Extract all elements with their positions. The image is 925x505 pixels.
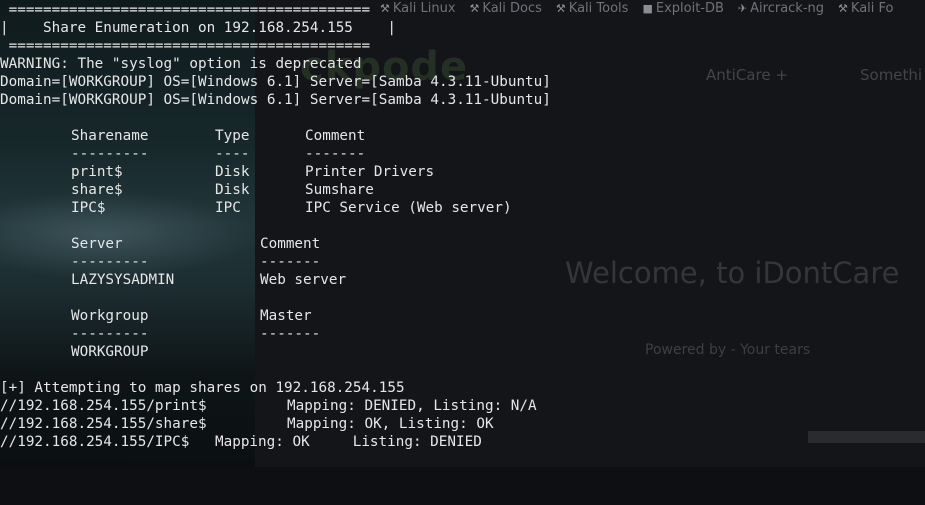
- domain-line-1: Domain=[WORKGROUP] OS=[Windows 6.1] Serv…: [0, 74, 551, 90]
- workgroup-header-workgroup: Workgroup: [71, 308, 149, 324]
- workgroup-header-master: Master: [260, 308, 312, 324]
- shares-header-comment: Comment: [305, 128, 366, 144]
- mapping-result: Mapping: OK Listing: DENIED: [215, 434, 482, 450]
- mapping-row: //192.168.254.155/print$ Mapping: DENIED…: [0, 397, 537, 415]
- share-name: share$: [71, 182, 123, 198]
- table-row: WORKGROUP: [0, 343, 148, 361]
- domain-line-2: Domain=[WORKGROUP] OS=[Windows 6.1] Serv…: [0, 92, 551, 108]
- mapping-row: //192.168.254.155/IPC$ Mapping: OK Listi…: [0, 433, 482, 451]
- table-row: print$ Disk Printer Drivers: [0, 163, 434, 181]
- banner-rule-bottom: ========================================…: [0, 38, 371, 54]
- table-row: IPC$ IPC IPC Service (Web server): [0, 199, 512, 217]
- shares-divider-row: --------- ---- -------: [0, 145, 365, 163]
- banner-title: | Share Enumeration on 192.168.254.155 |: [0, 20, 396, 36]
- server-divider-row: --------- -------: [0, 253, 320, 271]
- workgroup-header-row: Workgroup Master: [0, 307, 312, 325]
- table-divider: ---------: [71, 326, 149, 342]
- shares-header-row: Sharename Type Comment: [0, 127, 365, 145]
- mapping-path: //192.168.254.155/print$: [0, 398, 207, 414]
- mapping-intro: [+] Attempting to map shares on 192.168.…: [0, 380, 405, 396]
- share-comment: Printer Drivers: [305, 164, 435, 180]
- table-row: share$ Disk Sumshare: [0, 181, 374, 199]
- shares-header-sharename: Sharename: [71, 128, 149, 144]
- mapping-result: Mapping: OK, Listing: OK: [287, 416, 494, 432]
- server-header-server: Server: [71, 236, 123, 252]
- share-name: IPC$: [71, 200, 106, 216]
- mapping-result: Mapping: DENIED, Listing: N/A: [287, 398, 537, 414]
- table-divider: ---------: [71, 254, 149, 270]
- server-comment: Web server: [260, 272, 347, 288]
- share-comment: IPC Service (Web server): [305, 200, 512, 216]
- server-header-comment: Comment: [260, 236, 321, 252]
- mapping-path: //192.168.254.155/share$: [0, 416, 207, 432]
- workgroup-divider-row: --------- -------: [0, 325, 320, 343]
- workgroup-name: WORKGROUP: [71, 344, 149, 360]
- table-divider: -------: [305, 146, 366, 162]
- share-type: Disk: [215, 164, 250, 180]
- mapping-row: //192.168.254.155/share$ Mapping: OK, Li…: [0, 415, 494, 433]
- mapping-path: //192.168.254.155/IPC$: [0, 434, 190, 450]
- share-type: Disk: [215, 182, 250, 198]
- share-type: IPC: [215, 200, 241, 216]
- table-divider: -------: [260, 326, 321, 342]
- table-divider: ----: [215, 146, 250, 162]
- table-divider: -------: [260, 254, 321, 270]
- table-divider: ---------: [71, 146, 149, 162]
- share-name: print$: [71, 164, 123, 180]
- table-row: LAZYSYSADMIN Web server: [0, 271, 346, 289]
- banner-rule-top: ========================================…: [0, 2, 371, 18]
- share-comment: Sumshare: [305, 182, 374, 198]
- shares-header-type: Type: [215, 128, 250, 144]
- server-name: LAZYSYSADMIN: [71, 272, 175, 288]
- server-header-row: Server Comment: [0, 235, 320, 253]
- warning-line: WARNING: The "syslog" option is deprecat…: [0, 56, 362, 72]
- terminal-output[interactable]: ========================================…: [0, 0, 925, 467]
